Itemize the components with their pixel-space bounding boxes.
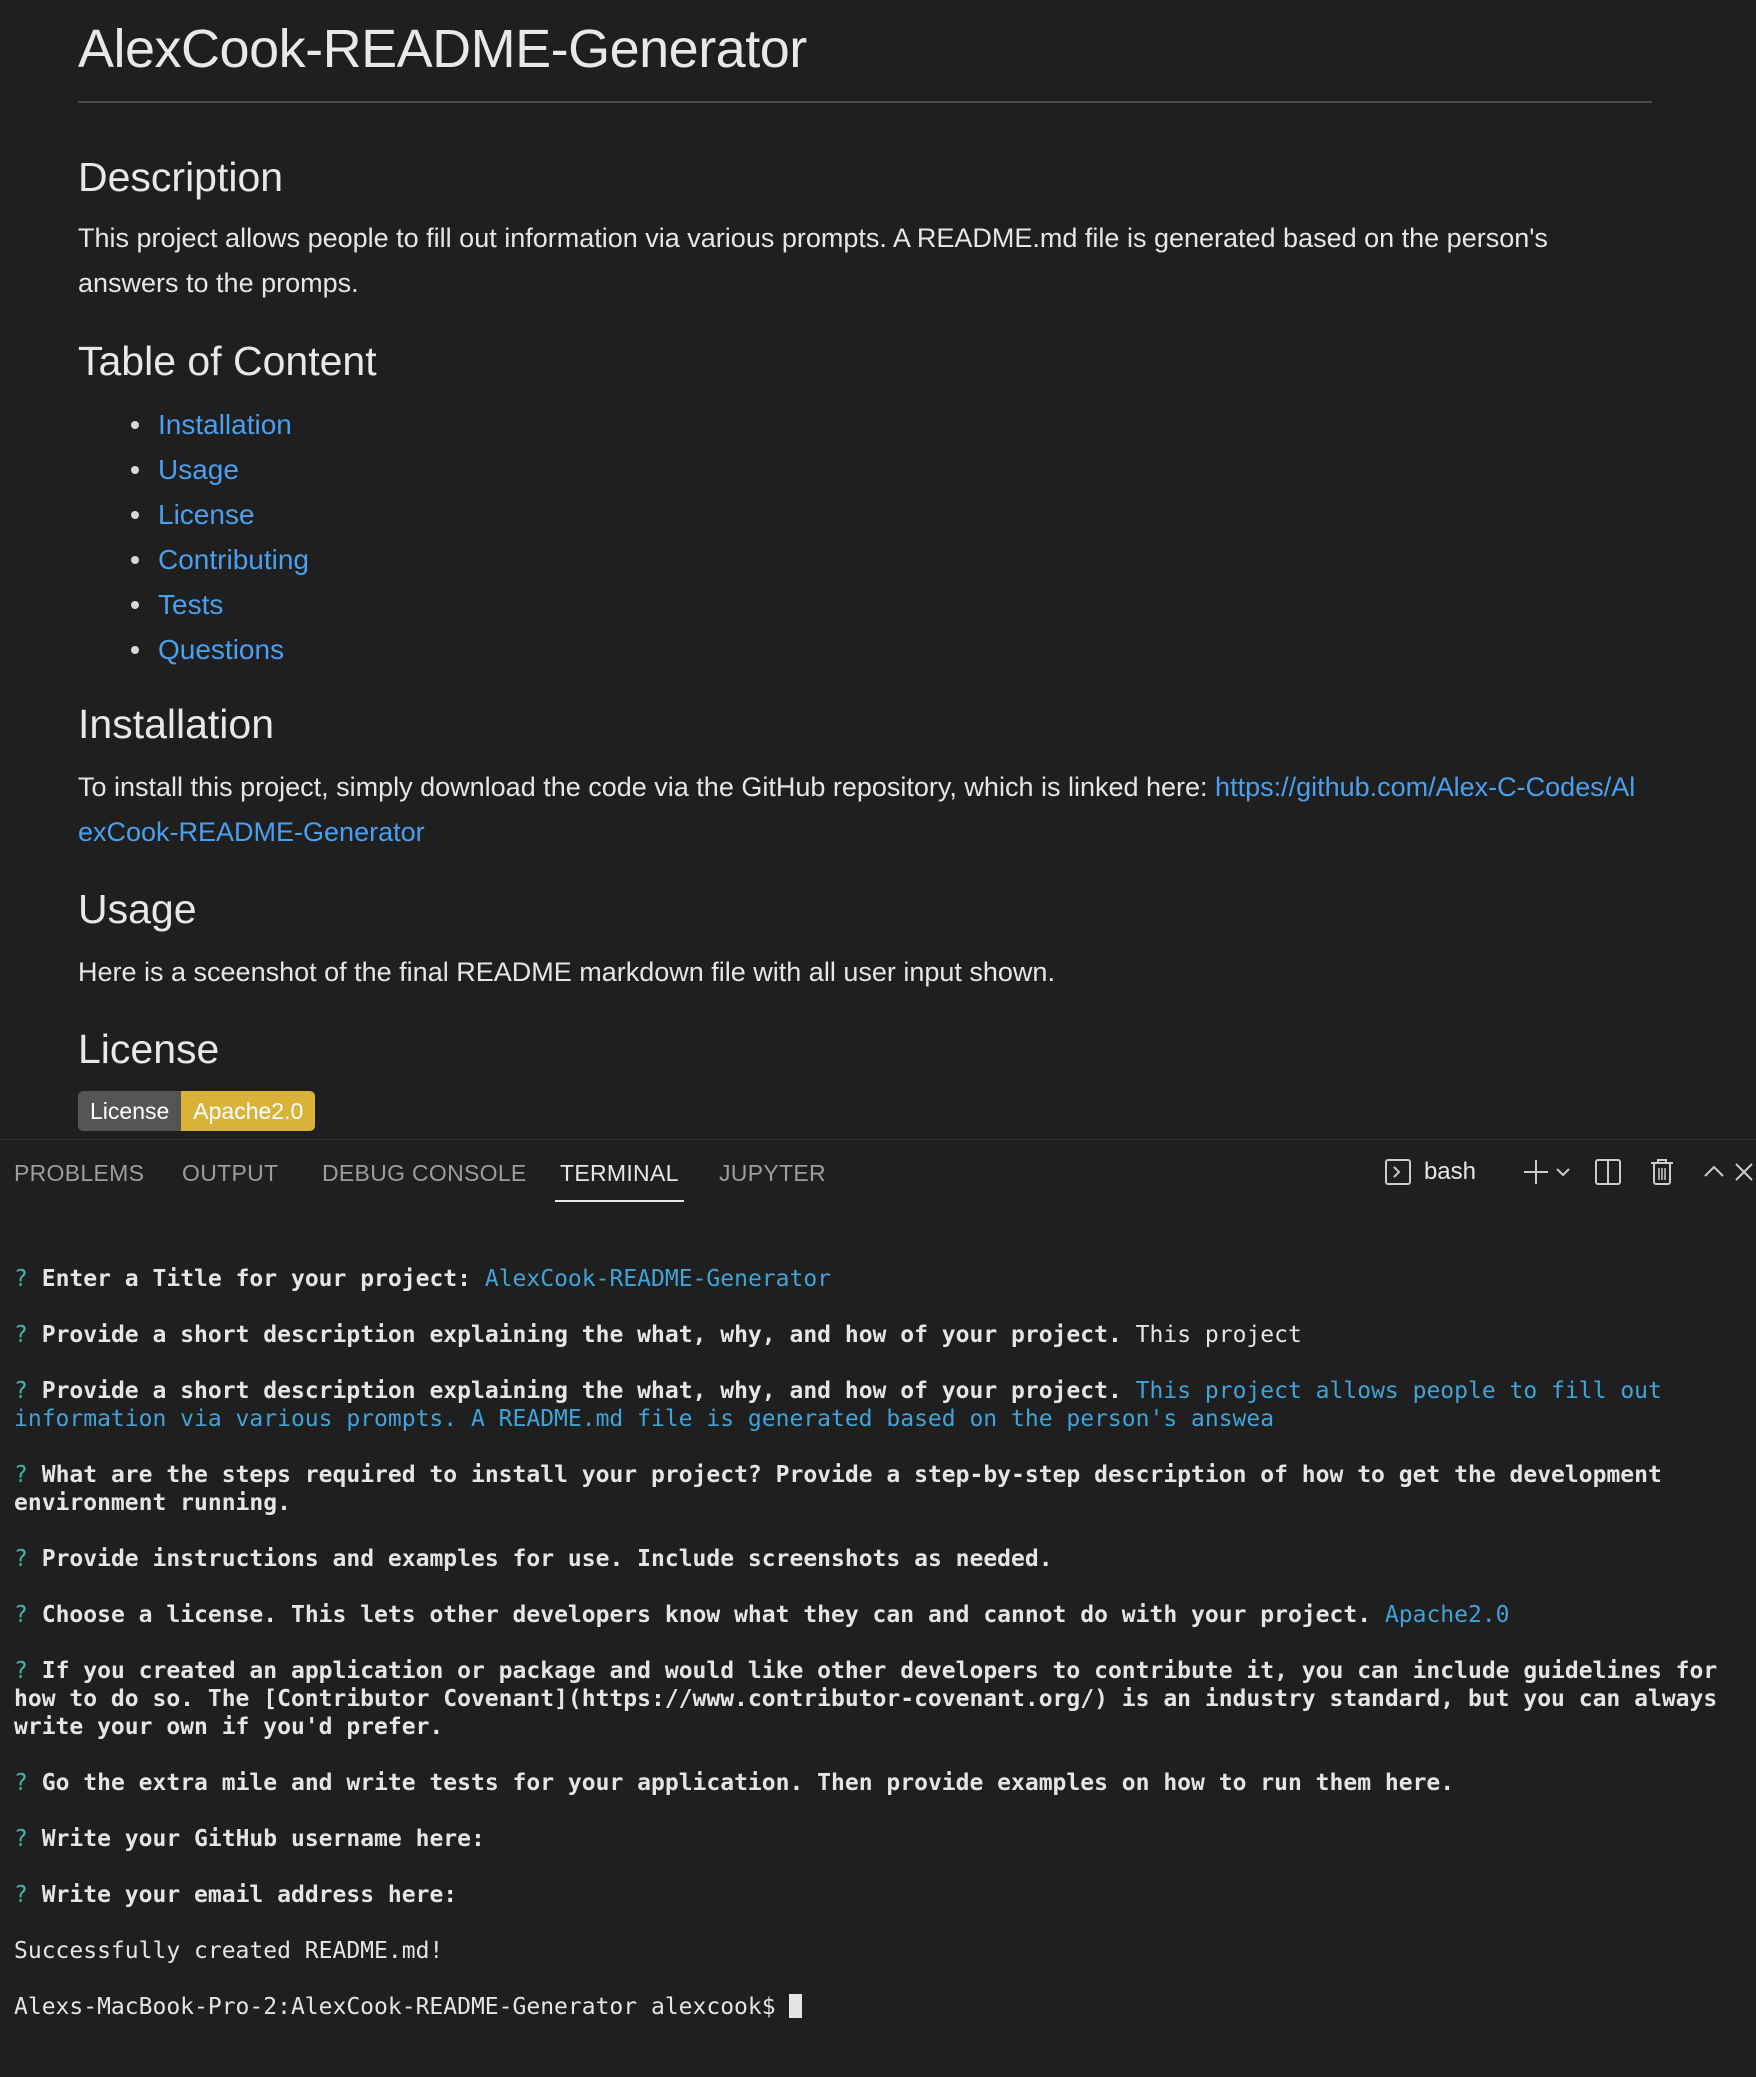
toc-link-license[interactable]: License	[158, 499, 255, 530]
trash-icon	[1648, 1157, 1676, 1187]
toc-item: License	[78, 492, 309, 537]
terminal-cursor	[789, 1994, 803, 2018]
toc-link-questions[interactable]: Questions	[158, 634, 284, 665]
prompt-question: Provide a short description explaining t…	[41, 1378, 1122, 1404]
installation-heading: Installation	[78, 701, 275, 747]
plus-icon	[1521, 1157, 1551, 1187]
close-panel-button[interactable]	[1732, 1150, 1756, 1194]
toc-item: Usage	[78, 447, 309, 492]
terminal-line: ? Choose a license. This lets other deve…	[14, 1601, 1749, 1629]
license-heading: License	[78, 1026, 220, 1072]
prompt-mark: ?	[14, 1882, 28, 1908]
prompt-question: Choose a license. This lets other develo…	[41, 1602, 1372, 1628]
bullet	[131, 466, 139, 474]
chevron-up-icon	[1702, 1160, 1726, 1184]
terminal-line: ? What are the steps required to install…	[14, 1461, 1749, 1517]
prompt-answer: AlexCook-README-Generator	[484, 1266, 832, 1292]
prompt-question: Go the extra mile and write tests for yo…	[41, 1770, 1455, 1796]
prompt-question: Write your email address here:	[41, 1882, 458, 1908]
prompt-question: Write your GitHub username here:	[41, 1826, 485, 1852]
toc-item: Tests	[78, 582, 309, 627]
bullet	[131, 421, 139, 429]
bottom-panel: PROBLEMS OUTPUT DEBUG CONSOLE TERMINAL J…	[0, 1139, 1756, 2020]
toc-link-usage[interactable]: Usage	[158, 454, 239, 485]
close-icon	[1732, 1160, 1756, 1184]
kill-terminal-button[interactable]	[1648, 1150, 1676, 1194]
new-terminal-button[interactable]	[1521, 1150, 1551, 1194]
bullet	[131, 556, 139, 564]
readme-title: AlexCook-README-Generator	[78, 19, 807, 79]
description-heading: Description	[78, 154, 284, 200]
usage-heading: Usage	[78, 886, 197, 932]
prompt-answer: Apache2.0	[1384, 1602, 1510, 1628]
active-tab-indicator	[555, 1200, 684, 1202]
bullet	[131, 511, 139, 519]
prompt-mark: ?	[14, 1266, 28, 1292]
toc-link-tests[interactable]: Tests	[158, 589, 223, 620]
split-terminal-button[interactable]	[1594, 1150, 1622, 1194]
terminal-line: ? Write your email address here:	[14, 1881, 1749, 1909]
shell-prompt-line: Alexs-MacBook-Pro-2:AlexCook-README-Gene…	[14, 1993, 1749, 2021]
terminal-line: ? Provide a short description explaining…	[14, 1377, 1749, 1433]
usage-text: Here is a sceenshot of the final README …	[78, 957, 1055, 987]
tab-terminal[interactable]: TERMINAL	[555, 1160, 684, 1202]
tab-jupyter[interactable]: JUPYTER	[719, 1160, 826, 1187]
prompt-mark: ?	[14, 1322, 28, 1348]
prompt-mark: ?	[14, 1658, 28, 1684]
tab-terminal-label: TERMINAL	[560, 1160, 679, 1186]
terminal-dropdown[interactable]	[1555, 1150, 1571, 1194]
prompt-question: Enter a Title for your project:	[41, 1266, 471, 1292]
terminal-icon	[1384, 1158, 1412, 1186]
toc-item: Contributing	[78, 537, 309, 582]
terminal-line: ? Go the extra mile and write tests for …	[14, 1769, 1749, 1797]
shell-label: bash	[1423, 1158, 1476, 1185]
tab-problems[interactable]: PROBLEMS	[14, 1160, 144, 1187]
terminal-line: ? Provide a short description explaining…	[14, 1321, 1749, 1349]
prompt-mark: ?	[14, 1462, 28, 1488]
prompt-question: Provide a short description explaining t…	[41, 1322, 1122, 1348]
toc-link-contributing[interactable]: Contributing	[158, 544, 309, 575]
chevron-down-icon	[1555, 1164, 1571, 1180]
terminal-selector[interactable]: bash	[1384, 1150, 1476, 1194]
description-text: This project allows people to fill out i…	[78, 223, 1548, 298]
license-badge[interactable]: License Apache2.0	[78, 1091, 316, 1131]
bullet	[131, 646, 139, 654]
panel-tabs: PROBLEMS OUTPUT DEBUG CONSOLE TERMINAL J…	[0, 1140, 1756, 1202]
toc-heading: Table of Content	[78, 338, 377, 384]
prompt-question: Provide instructions and examples for us…	[41, 1546, 1053, 1572]
split-icon	[1594, 1158, 1622, 1186]
terminal-line: ? Enter a Title for your project: AlexCo…	[14, 1265, 1749, 1293]
terminal-line: ? If you created an application or packa…	[14, 1657, 1749, 1741]
maximize-panel-button[interactable]	[1702, 1150, 1726, 1194]
tab-output[interactable]: OUTPUT	[182, 1160, 278, 1187]
terminal-output[interactable]: ? Enter a Title for your project: AlexCo…	[14, 1237, 1749, 2077]
terminal-line: ? Provide instructions and examples for …	[14, 1545, 1749, 1573]
readme-document: AlexCook-README-Generator Description Th…	[78, 0, 1652, 1131]
title-divider	[78, 101, 1652, 103]
prompt-mark: ?	[14, 1546, 28, 1572]
success-message: Successfully created README.md!	[14, 1938, 444, 1964]
badge-label: License	[78, 1091, 182, 1131]
prompt-mark: ?	[14, 1770, 28, 1796]
prompt-mark: ?	[14, 1826, 28, 1852]
installation-body: To install this project, simply download…	[78, 772, 1216, 802]
toc-link-installation[interactable]: Installation	[158, 409, 292, 440]
prompt-answer: This project	[1135, 1322, 1302, 1348]
shell-prompt: Alexs-MacBook-Pro-2:AlexCook-README-Gene…	[14, 1994, 790, 2020]
installation-text: To install this project, simply download…	[78, 765, 1638, 855]
prompt-question: If you created an application or package…	[14, 1658, 1718, 1740]
prompt-mark: ?	[14, 1378, 28, 1404]
toc-item: Installation	[78, 402, 309, 447]
bullet	[131, 601, 139, 609]
badge-value: Apache2.0	[181, 1091, 316, 1131]
prompt-question: What are the steps required to install y…	[14, 1462, 1662, 1516]
toc-item: Questions	[78, 627, 309, 672]
terminal-line: ? Write your GitHub username here:	[14, 1825, 1749, 1853]
toc-list: Installation Usage License Contributing …	[78, 402, 309, 672]
prompt-mark: ?	[14, 1602, 28, 1628]
tab-debug-console[interactable]: DEBUG CONSOLE	[322, 1160, 527, 1187]
markdown-preview: AlexCook-README-Generator Description Th…	[0, 0, 1756, 1139]
